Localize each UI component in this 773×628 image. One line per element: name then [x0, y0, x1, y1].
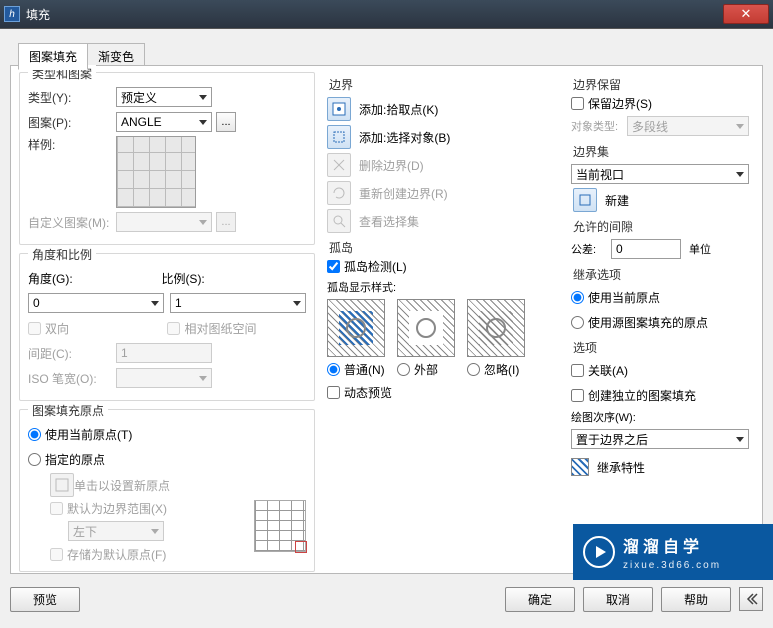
label-tol: 公差: — [571, 241, 611, 257]
label-spacing: 间距(C): — [28, 345, 116, 362]
group-type-pattern: 类型和图案 类型(Y): 预定义 图案(P): ANGLE ... 样例: 自定… — [19, 72, 315, 245]
group-origin: 图案填充原点 使用当前原点(T) 指定的原点 单击以设置新原点 默认为边界范围(… — [19, 409, 315, 572]
btn-view — [327, 209, 351, 233]
label-click-new: 单击以设置新原点 — [74, 477, 170, 494]
island-ignore[interactable] — [467, 299, 525, 357]
label-unit: 单位 — [689, 241, 711, 257]
rad-island-normal[interactable]: 普通(N) — [327, 361, 385, 378]
lbl-add-select: 添加:选择对象(B) — [359, 129, 450, 146]
origin-preview — [254, 500, 306, 552]
lbl-recreate: 重新创建边界(R) — [359, 185, 448, 202]
btn-help[interactable]: 帮助 — [661, 587, 731, 612]
window-title: 填充 — [26, 6, 50, 23]
inherit-swatch-icon — [571, 458, 589, 476]
label-pattern: 图案(P): — [28, 114, 116, 131]
label-custom: 自定义图案(M): — [28, 214, 116, 231]
label-type: 类型(Y): — [28, 89, 116, 106]
lbl-add-pick: 添加:拾取点(K) — [359, 101, 438, 118]
btn-remove — [327, 153, 351, 177]
section-gap: 允许的间隙 — [573, 218, 749, 235]
combo-draworder[interactable]: 置于边界之后 — [571, 429, 749, 449]
chk-island-detect[interactable]: 孤岛检测(L) — [327, 258, 551, 275]
section-boundary: 边界 — [329, 76, 551, 93]
combo-bset[interactable]: 当前视口 — [571, 164, 749, 184]
section-island: 孤岛 — [329, 239, 551, 256]
island-outer[interactable] — [397, 299, 455, 357]
chk-dynamic-preview[interactable]: 动态预览 — [327, 384, 551, 401]
label-objtype: 对象类型: — [571, 118, 627, 134]
brand-watermark: 溜溜自学zixue.3d66.com — [573, 524, 773, 580]
combo-angle[interactable]: 0 — [28, 293, 164, 313]
label-sample: 样例: — [28, 136, 116, 153]
rad-island-outer[interactable]: 外部 — [397, 361, 455, 378]
input-tol[interactable]: 0 — [611, 239, 681, 259]
titlebar: h 填充 ✕ — [0, 0, 773, 28]
legend-scale: 角度和比例 — [28, 246, 96, 263]
label-scale: 比例(S): — [161, 272, 204, 286]
section-bset: 边界集 — [573, 143, 749, 160]
chk-bidi: 双向 — [28, 320, 161, 337]
btn-preview[interactable]: 预览 — [10, 587, 80, 612]
section-inherit: 继承选项 — [573, 266, 749, 283]
section-options: 选项 — [573, 339, 749, 356]
lbl-remove: 删除边界(D) — [359, 157, 424, 174]
btn-recreate — [327, 181, 351, 205]
input-spacing: 1 — [116, 343, 212, 363]
combo-custom — [116, 212, 212, 232]
combo-type[interactable]: 预定义 — [116, 87, 212, 107]
btn-cancel[interactable]: 取消 — [583, 587, 653, 612]
btn-add-select[interactable] — [327, 125, 351, 149]
rad-specify[interactable]: 指定的原点 — [28, 448, 306, 470]
custom-browse: ... — [216, 212, 236, 232]
rad-inh-current[interactable]: 使用当前原点 — [571, 286, 749, 308]
btn-new-bset[interactable] — [573, 188, 597, 212]
combo-isopen — [116, 368, 212, 388]
btn-set-origin — [50, 473, 74, 497]
btn-add-pick[interactable] — [327, 97, 351, 121]
label-island-style: 孤岛显示样式: — [327, 279, 551, 295]
legend-origin: 图案填充原点 — [28, 402, 108, 419]
combo-scale[interactable]: 1 — [170, 293, 306, 313]
lbl-view: 查看选择集 — [359, 213, 419, 230]
chk-store-default: 存储为默认原点(F) — [50, 546, 246, 563]
rad-inh-source[interactable]: 使用源图案填充的原点 — [571, 311, 749, 333]
close-button[interactable]: ✕ — [723, 4, 769, 24]
section-bretain: 边界保留 — [573, 76, 749, 93]
rad-use-current[interactable]: 使用当前原点(T) — [28, 423, 306, 445]
combo-objtype: 多段线 — [627, 116, 749, 136]
chk-independent[interactable]: 创建独立的图案填充 — [571, 384, 749, 406]
combo-pattern[interactable]: ANGLE — [116, 112, 212, 132]
chk-assoc[interactable]: 关联(A) — [571, 359, 749, 381]
chk-default-extent: 默认为边界范围(X) — [50, 500, 246, 517]
rad-island-ignore[interactable]: 忽略(I) — [467, 361, 525, 378]
chk-retain-boundary[interactable]: 保留边界(S) — [571, 95, 749, 112]
lbl-inherit-props: 继承特性 — [597, 459, 645, 476]
label-angle: 角度(G): — [28, 272, 73, 286]
play-icon — [583, 536, 615, 568]
tab-pattern-fill[interactable]: 图案填充 — [18, 43, 88, 70]
pattern-browse[interactable]: ... — [216, 112, 236, 132]
island-normal[interactable] — [327, 299, 385, 357]
label-isopen: ISO 笔宽(O): — [28, 370, 116, 387]
btn-collapse[interactable] — [739, 587, 763, 611]
group-angle-scale: 角度和比例 角度(G): 比例(S): 0 1 双向 相对图纸空间 间距(C):… — [19, 253, 315, 401]
app-icon: h — [4, 6, 20, 22]
chk-paperspace: 相对图纸空间 — [167, 320, 300, 337]
combo-extent: 左下 — [68, 521, 164, 541]
swatch-preview[interactable] — [116, 136, 196, 208]
label-draworder: 绘图次序(W): — [571, 409, 749, 425]
btn-ok[interactable]: 确定 — [505, 587, 575, 612]
lbl-new-bset: 新建 — [605, 192, 629, 209]
